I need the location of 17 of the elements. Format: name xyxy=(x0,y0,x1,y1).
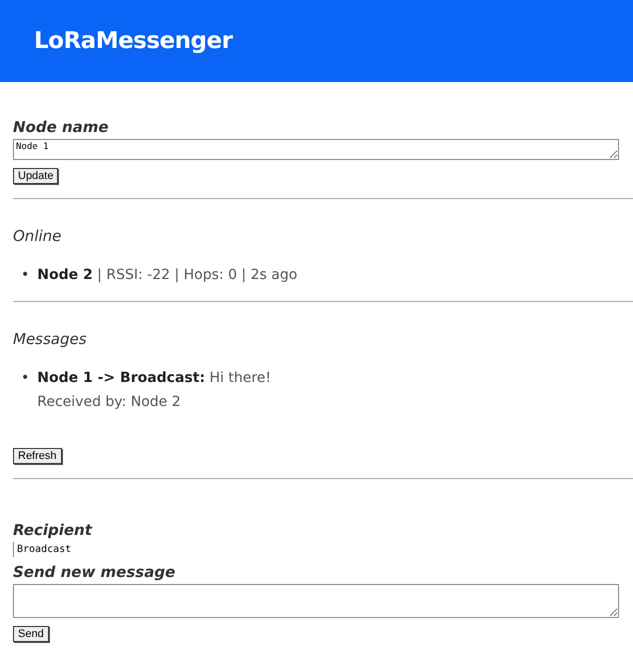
recipient-field[interactable]: Broadcast xyxy=(13,542,619,557)
bullet: • xyxy=(21,369,30,388)
bullet: • xyxy=(21,266,30,285)
online-heading: Online xyxy=(13,227,62,245)
update-button[interactable]: Update xyxy=(13,168,58,184)
received-by-text: Received by: Node 2 xyxy=(37,393,182,412)
node-name-field[interactable]: Node 1 xyxy=(13,139,619,160)
node-name-label: Node name xyxy=(13,118,109,136)
messages-heading: Messages xyxy=(13,330,87,348)
message-label: Send new message xyxy=(13,563,176,581)
app-title: LoRaMessenger xyxy=(34,28,232,54)
refresh-button[interactable]: Refresh xyxy=(13,448,62,464)
online-node-item: Node 2 | RSSI: -22 | Hops: 0 | 2s ago xyxy=(37,266,298,285)
recipient-label: Recipient xyxy=(13,521,92,539)
message-field[interactable] xyxy=(13,584,619,618)
message-text: Node 1 -> Broadcast: Hi there! xyxy=(37,369,272,388)
send-button[interactable]: Send xyxy=(13,626,49,642)
